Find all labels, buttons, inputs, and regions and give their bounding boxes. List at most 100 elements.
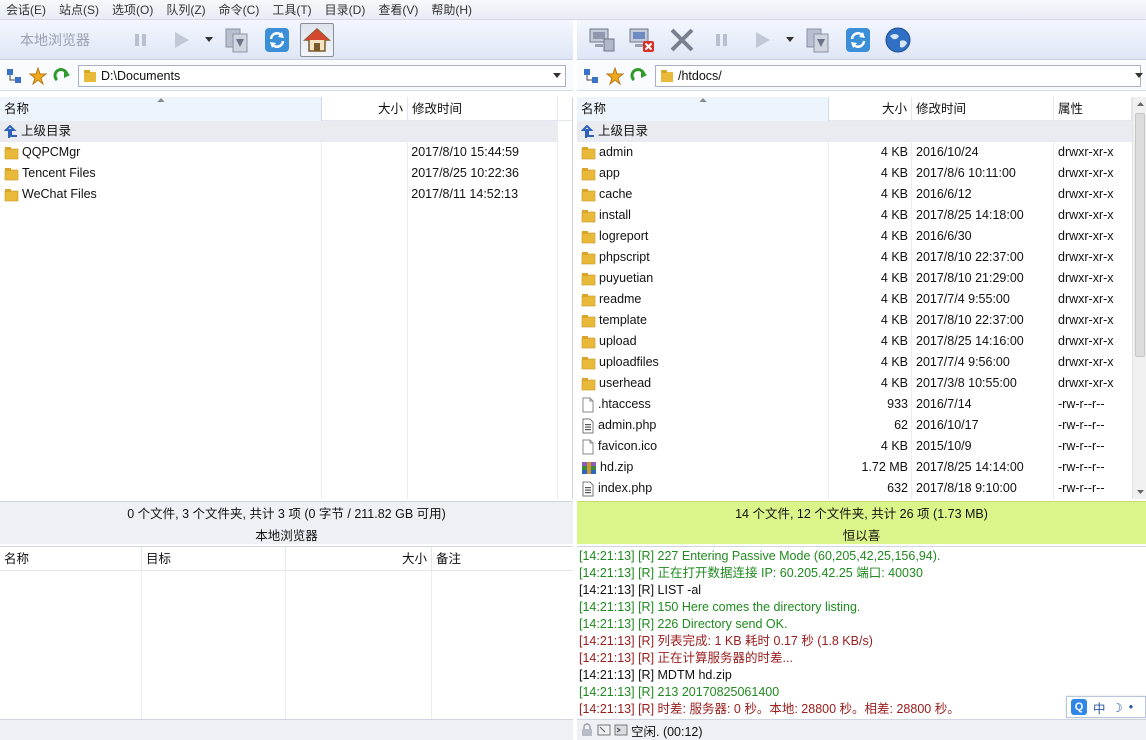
log-line: [14:21:13] [R] 226 Directory send OK. xyxy=(579,617,788,631)
remote-file-row[interactable]: template 4 KB 2017/8/10 22:37:00 drwxr-xr-x xyxy=(577,310,1132,331)
home-button[interactable] xyxy=(300,22,334,57)
tree-view-icon xyxy=(584,68,598,83)
pause-button[interactable] xyxy=(124,23,158,57)
remote-file-row[interactable]: .htaccess 933 2016/7/14 -rw-r--r-- xyxy=(577,394,1132,415)
remote-file-row[interactable]: index.php 632 2017/8/18 9:10:00 -rw-r--r-- xyxy=(577,478,1132,499)
remote-scrollbar[interactable] xyxy=(1132,97,1146,499)
session-log[interactable]: [14:21:13] [R] 227 Entering Passive Mode… xyxy=(577,546,1146,718)
local-col-size[interactable]: 大小 xyxy=(322,97,408,121)
disconnect-button[interactable] xyxy=(625,23,659,57)
remote-path-text: /htdocs/ xyxy=(678,68,722,83)
queue-col-target[interactable]: 目标 xyxy=(142,547,286,571)
remote-col-modified[interactable]: 修改时间 xyxy=(912,97,1054,121)
log-line: [14:21:13] [R] 213 20170825061400 xyxy=(579,685,780,699)
local-file-row[interactable]: QQPCMgr 2017/8/10 15:44:59 xyxy=(0,142,557,163)
file-modified: 2016/10/17 xyxy=(916,418,979,432)
remote-play-dropdown[interactable] xyxy=(785,23,795,57)
file-modified: 2017/7/4 9:55:00 xyxy=(916,292,1010,306)
queue-col-name[interactable]: 名称 xyxy=(0,547,142,571)
remote-file-row[interactable]: readme 4 KB 2017/7/4 9:55:00 drwxr-xr-x xyxy=(577,289,1132,310)
remote-transfer-button[interactable] xyxy=(801,23,835,57)
connect-button[interactable] xyxy=(585,23,619,57)
menu-item[interactable]: 工具(T) xyxy=(266,1,318,18)
globe-button[interactable] xyxy=(881,23,915,57)
transfer-button[interactable] xyxy=(220,23,254,57)
remote-path-combobox[interactable]: /htdocs/ xyxy=(655,64,1141,87)
file-attr: drwxr-xr-x xyxy=(1058,187,1114,201)
refresh-button[interactable] xyxy=(260,23,294,57)
remote-parent-dir-row[interactable]: 上级目录 xyxy=(577,121,1132,142)
remote-file-row[interactable]: uploadfiles 4 KB 2017/7/4 9:56:00 drwxr-xr-… xyxy=(577,352,1132,373)
chevron-down-icon[interactable] xyxy=(1135,73,1143,79)
file-modified: 2017/8/10 22:37:00 xyxy=(916,250,1024,264)
local-parent-dir-row[interactable]: 上级目录 xyxy=(0,121,557,142)
remote-file-row[interactable]: favicon.ico 4 KB 2015/10/9 -rw-r--r-- xyxy=(577,436,1132,457)
remote-file-row[interactable]: admin 4 KB 2016/10/24 drwxr-xr-x xyxy=(577,142,1132,163)
menu-item[interactable]: 帮助(H) xyxy=(425,1,479,18)
local-browser-button[interactable]: 本地浏览器 xyxy=(8,30,118,50)
menu-item[interactable]: 会话(E) xyxy=(0,1,53,18)
queue-col-note[interactable]: 备注 xyxy=(432,547,573,571)
resize-icon xyxy=(597,724,611,736)
menu-item[interactable]: 命令(C) xyxy=(213,1,267,18)
parent-dir-label: 上级目录 xyxy=(21,124,72,138)
remote-file-row[interactable]: hd.zip 1.72 MB 2017/8/25 14:14:00 -rw-r--r-… xyxy=(577,457,1132,478)
remote-file-row[interactable]: app 4 KB 2017/8/6 10:11:00 drwxr-xr-x xyxy=(577,163,1132,184)
home-icon xyxy=(303,27,331,52)
remote-file-row[interactable]: phpscript 4 KB 2017/8/10 22:37:00 drwxr-xr-… xyxy=(577,247,1132,268)
remote-file-row[interactable]: install 4 KB 2017/8/25 14:18:00 drwxr-xr-x xyxy=(577,205,1132,226)
menu-item[interactable]: 站点(S) xyxy=(53,1,106,18)
view-toggle-button[interactable] xyxy=(4,66,24,86)
file-attr: drwxr-xr-x xyxy=(1058,355,1114,369)
file-modified: 2017/8/18 9:10:00 xyxy=(916,481,1017,495)
scroll-up-arrow[interactable] xyxy=(1133,97,1146,111)
pause-icon xyxy=(135,33,146,46)
play-button[interactable] xyxy=(164,23,198,57)
local-col-modified[interactable]: 修改时间 xyxy=(408,97,558,121)
remote-col-attr[interactable]: 属性 xyxy=(1054,97,1132,121)
file-modified: 2017/8/10 21:29:00 xyxy=(916,271,1024,285)
stop-button[interactable] xyxy=(665,23,699,57)
ime-indicator[interactable]: Q 中 ☽ • xyxy=(1066,696,1146,718)
remote-play-button[interactable] xyxy=(745,23,779,57)
file-modified: 2017/3/8 10:55:00 xyxy=(916,376,1017,390)
play-dropdown[interactable] xyxy=(204,23,214,57)
remote-refresh-button[interactable] xyxy=(841,23,875,57)
local-path-combobox[interactable]: D:\Documents xyxy=(78,64,566,87)
local-address-bar: D:\Documents xyxy=(0,61,573,91)
remote-file-row[interactable]: logreport 4 KB 2016/6/30 drwxr-xr-x xyxy=(577,226,1132,247)
local-col-name[interactable]: 名称 xyxy=(0,97,322,121)
local-file-row[interactable]: Tencent Files 2017/8/25 10:22:36 xyxy=(0,163,557,184)
remote-parent-dir-button[interactable] xyxy=(629,66,649,86)
folder-icon xyxy=(4,146,19,159)
queue-col-size[interactable]: 大小 xyxy=(286,547,432,571)
menu-item[interactable]: 目录(D) xyxy=(319,1,373,18)
file-size: 4 KB xyxy=(880,145,908,159)
remote-file-row[interactable]: userhead 4 KB 2017/3/8 10:55:00 drwxr-xr-x xyxy=(577,373,1132,394)
remote-file-row[interactable]: upload 4 KB 2017/8/25 14:16:00 drwxr-xr-x xyxy=(577,331,1132,352)
log-line: [14:21:13] [R] 时差: 服务器: 0 秒。本地: 28800 秒。… xyxy=(579,702,960,716)
file-icon xyxy=(582,439,594,454)
remote-file-row[interactable]: admin.php 62 2016/10/17 -rw-r--r-- xyxy=(577,415,1132,436)
favorites-button[interactable] xyxy=(28,66,48,86)
refresh-icon xyxy=(846,27,870,52)
remote-view-toggle-button[interactable] xyxy=(581,66,601,86)
remote-pause-button[interactable] xyxy=(705,23,739,57)
remote-col-name[interactable]: 名称 xyxy=(577,97,829,121)
remote-file-row[interactable]: puyuetian 4 KB 2017/8/10 21:29:00 drwxr-xr-… xyxy=(577,268,1132,289)
remote-favorites-button[interactable] xyxy=(605,66,625,86)
remote-col-size[interactable]: 大小 xyxy=(829,97,912,121)
menu-item[interactable]: 队列(Z) xyxy=(160,1,212,18)
scroll-thumb[interactable] xyxy=(1135,113,1145,357)
local-file-row[interactable]: WeChat Files 2017/8/11 14:52:13 xyxy=(0,184,557,205)
remote-file-row[interactable]: cache 4 KB 2016/6/12 drwxr-xr-x xyxy=(577,184,1132,205)
folder-icon xyxy=(581,251,596,264)
parent-dir-button[interactable] xyxy=(52,66,72,86)
play-icon xyxy=(175,31,189,48)
file-attr: drwxr-xr-x xyxy=(1058,334,1114,348)
scroll-down-arrow[interactable] xyxy=(1133,485,1146,499)
idle-status: 空闲. (00:12) xyxy=(631,724,703,739)
menu-item[interactable]: 查看(V) xyxy=(372,1,425,18)
php-file-icon xyxy=(582,481,594,496)
menu-item[interactable]: 选项(O) xyxy=(106,1,160,18)
